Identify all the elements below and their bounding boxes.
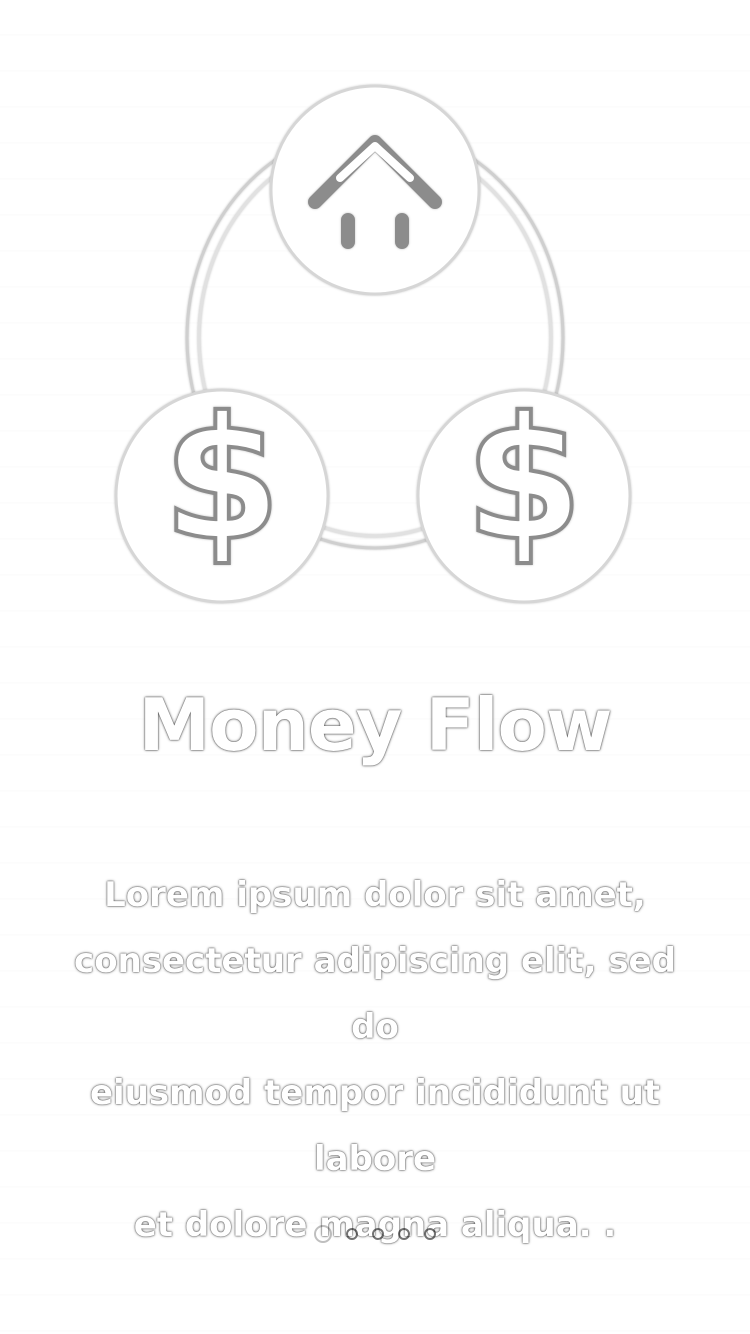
page-dot-5[interactable] [424,1228,436,1240]
svg-text:$: $ [163,381,281,579]
dollar-icon: $ [463,379,585,581]
description-line-2: consectetur adipiscing elit, sed do [74,941,676,1047]
onboarding-title: Money Flow [138,683,612,767]
top-coin [269,84,481,296]
description-line-1: Lorem ipsum dolor sit amet, [104,875,646,915]
page-dot-3[interactable] [372,1228,384,1240]
page-dot-4[interactable] [398,1228,410,1240]
page-dot-2[interactable] [346,1228,358,1240]
svg-text:$: $ [465,381,583,579]
description-line-3: eiusmod tempor incididunt ut labore [89,1073,661,1179]
page-dot-1[interactable] [314,1225,332,1243]
dollar-icon: $ [161,379,283,581]
money-flow-illustration: $ $ [114,84,632,604]
page-indicator [0,1219,750,1249]
onboarding-screen: $ $ Money Flow Lorem ipsum dolor sit ame… [0,0,750,1334]
left-coin: $ [114,379,330,604]
onboarding-description: Lorem ipsum dolor sit amet, consectetur … [55,862,695,1258]
right-coin: $ [416,379,632,604]
